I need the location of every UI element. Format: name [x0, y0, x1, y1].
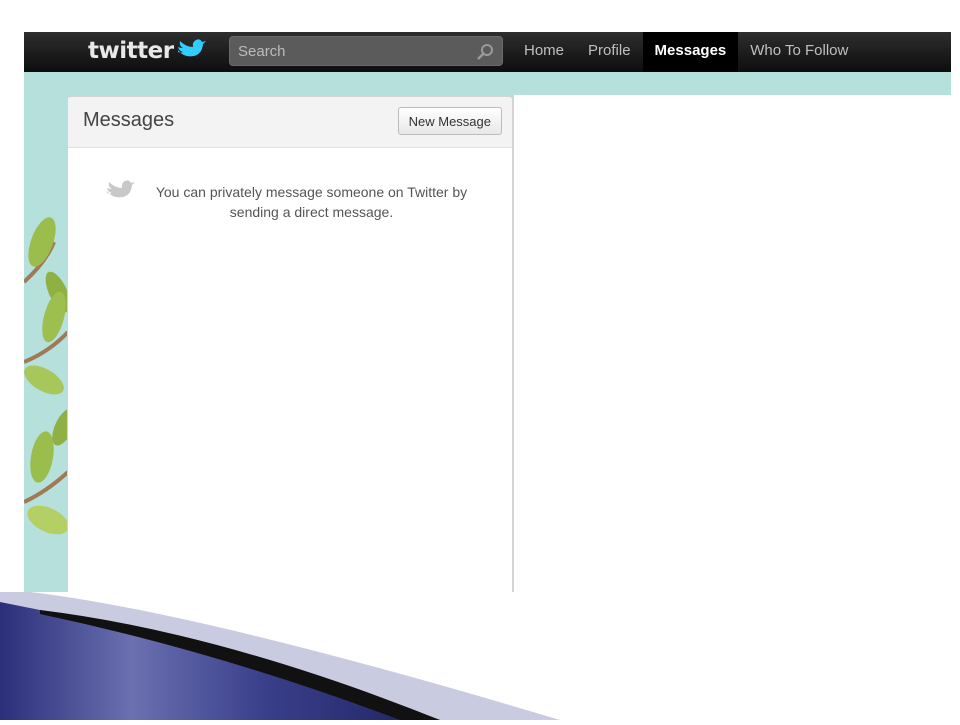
nav-item-home[interactable]: Home [512, 32, 576, 72]
messages-panel: Messages New Message You can privately m… [67, 96, 513, 592]
top-navigation-bar: twitter Home Profile Messages Who To Fol… [24, 32, 951, 72]
bird-icon [104, 179, 136, 206]
search-box [229, 36, 503, 66]
empty-state-line-1: You can privately message someone on Twi… [155, 184, 468, 200]
search-icon[interactable] [476, 43, 494, 66]
twitter-bird-icon [176, 38, 206, 65]
leaf-decoration [24, 202, 76, 547]
search-input[interactable] [230, 37, 478, 65]
main-nav: Home Profile Messages Who To Follow [512, 32, 860, 72]
nav-item-messages[interactable]: Messages [642, 32, 739, 72]
messages-panel-header: Messages New Message [68, 97, 512, 148]
nav-item-who-to-follow[interactable]: Who To Follow [738, 32, 860, 72]
page-title: Messages [83, 109, 175, 131]
empty-state-line-2: sending a direct message. [229, 204, 394, 220]
twitter-logo[interactable]: twitter [88, 36, 206, 66]
browser-screenshot: twitter Home Profile Messages Who To Fol… [24, 32, 951, 592]
page-content-area [514, 95, 951, 592]
logo-text: twitter [88, 38, 174, 64]
nav-item-profile[interactable]: Profile [576, 32, 643, 72]
slide-swoosh-decoration [0, 592, 600, 725]
empty-state-text: You can privately message someone on Twi… [144, 182, 479, 222]
new-message-button[interactable]: New Message [397, 107, 502, 135]
